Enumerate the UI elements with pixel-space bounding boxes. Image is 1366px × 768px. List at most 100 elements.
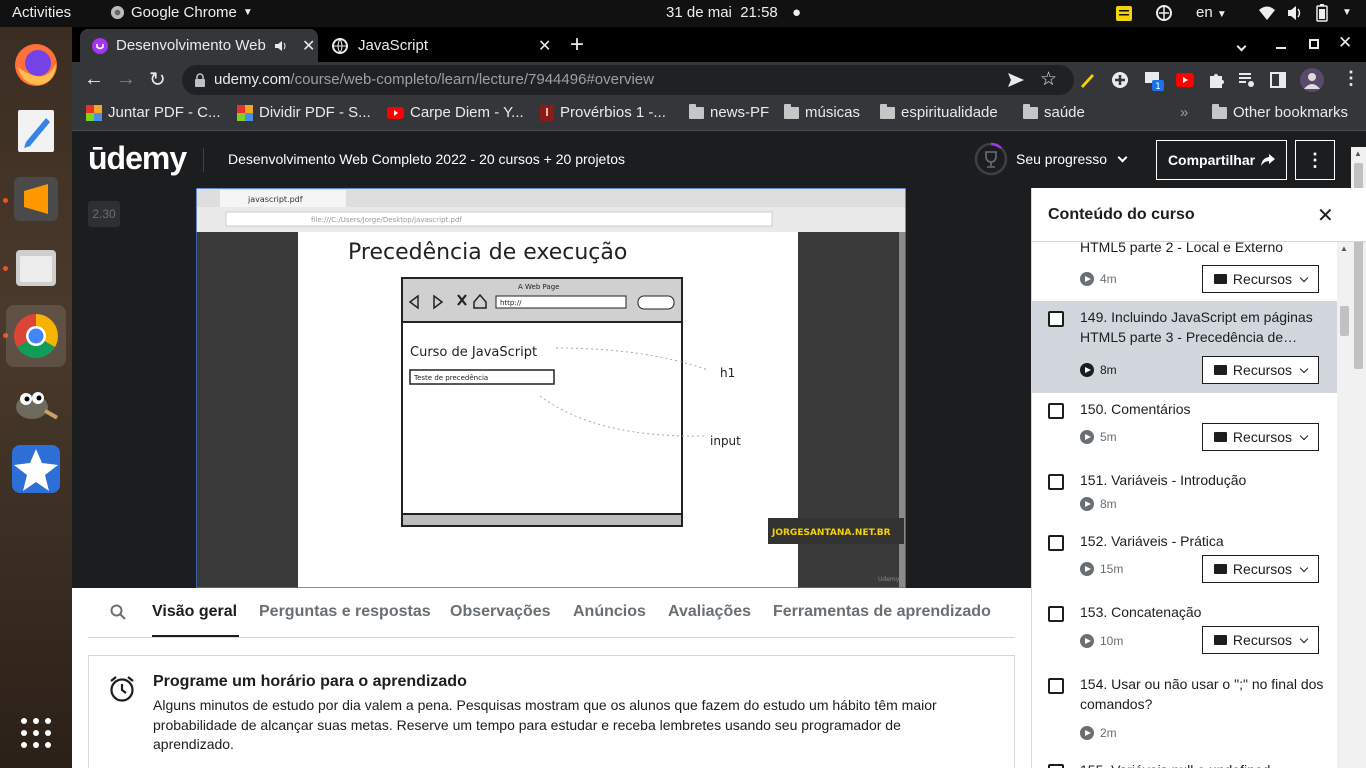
scroll-up-arrow-icon[interactable]: ▲ <box>1340 244 1348 253</box>
lecture-item[interactable]: 154. Usar ou não usar o ";" no final dos… <box>1032 668 1337 748</box>
close-tab-icon[interactable]: ✕ <box>302 36 315 56</box>
language-indicator[interactable]: en ▼ <box>1196 4 1227 21</box>
close-tab-icon[interactable]: ✕ <box>538 36 551 56</box>
bookmark-folder[interactable]: músicas <box>784 103 860 121</box>
audio-playing-icon[interactable] <box>274 39 288 53</box>
extension-badge-icon[interactable]: 1 <box>1143 69 1165 91</box>
gimp-launcher[interactable] <box>8 377 64 433</box>
bookmark-folder[interactable]: espiritualidade <box>880 103 998 121</box>
tab-search-chevron-icon[interactable] <box>1236 37 1247 55</box>
text-editor-launcher[interactable] <box>8 103 64 159</box>
more-bookmarks-chevron-icon[interactable]: » <box>1180 104 1188 121</box>
lecture-item[interactable]: 152. Variáveis - Prática 15m Recursos <box>1032 525 1337 597</box>
video-player[interactable]: 2.30 javascript.pdf file:///C:/Users/Jor… <box>72 188 1031 588</box>
profile-avatar-icon[interactable] <box>1300 68 1324 92</box>
close-window-icon[interactable]: ✕ <box>1338 33 1352 53</box>
bookmark-item[interactable]: Dividir PDF - S... <box>237 104 371 121</box>
course-title[interactable]: Desenvolvimento Web Completo 2022 - 20 c… <box>228 151 625 167</box>
vpn-globe-icon[interactable] <box>1156 5 1172 25</box>
volume-icon[interactable] <box>1286 5 1304 25</box>
bookmark-item[interactable]: Provérbios 1 -... <box>540 104 666 121</box>
system-menu-caret-icon[interactable]: ▼ <box>1342 7 1352 18</box>
bookmark-folder[interactable]: saúde <box>1023 103 1085 121</box>
lecture-item[interactable]: 153. Concatenação 10m Recursos <box>1032 596 1337 668</box>
close-sidebar-icon[interactable]: ✕ <box>1317 203 1334 228</box>
new-tab-icon[interactable]: + <box>570 31 584 59</box>
address-bar[interactable]: udemy.com/course/web-completo/learn/lect… <box>182 65 1074 95</box>
completion-checkbox[interactable] <box>1048 606 1064 622</box>
lecture-item[interactable]: 155. Variáveis null e undefined <box>1032 748 1337 768</box>
lecture-item[interactable]: 151. Variáveis - Introdução 8m <box>1032 464 1337 524</box>
chrome-menu-icon[interactable]: ⋮ <box>1342 68 1360 89</box>
resources-dropdown[interactable]: Recursos <box>1202 626 1319 654</box>
scrollbar-thumb[interactable] <box>1340 306 1349 336</box>
lecture-item-active[interactable]: 149. Incluindo JavaScript em páginas HTM… <box>1032 301 1337 393</box>
progress-dropdown[interactable]: Seu progresso <box>974 142 1128 176</box>
bookmark-item[interactable]: Juntar PDF - C... <box>86 104 221 121</box>
completion-checkbox[interactable] <box>1048 764 1064 768</box>
time: 21:58 <box>740 4 778 21</box>
show-applications-button[interactable] <box>8 705 64 761</box>
lecture-item[interactable]: HTML5 parte 2 - Local e Externo 4m Recur… <box>1032 239 1337 300</box>
udemy-logo[interactable]: ūdemy <box>88 140 187 177</box>
highlighter-extension-icon[interactable] <box>1078 71 1096 89</box>
chrome-small-icon <box>110 5 125 20</box>
tab-notes[interactable]: Observações <box>450 603 551 621</box>
lecture-title: 153. Concatenação <box>1080 604 1202 620</box>
extensions-puzzle-icon[interactable] <box>1208 72 1224 88</box>
notification-dot-icon: ● <box>791 4 801 21</box>
completion-checkbox[interactable] <box>1048 311 1064 327</box>
tab-overview[interactable]: Visão geral <box>152 603 237 621</box>
tab-reviews[interactable]: Avaliações <box>668 603 751 621</box>
completion-checkbox[interactable] <box>1048 403 1064 419</box>
bookmark-folder[interactable]: news-PF <box>689 103 769 121</box>
tab-questions[interactable]: Perguntas e respostas <box>259 603 431 621</box>
bookmark-item[interactable]: Carpe Diem - Y... <box>387 104 524 121</box>
app-menu[interactable]: Google Chrome ▼ <box>110 4 253 21</box>
duration-text: 4m <box>1100 272 1117 286</box>
tab-announcements[interactable]: Anúncios <box>573 603 646 621</box>
sidebar-scrollbar[interactable]: ▲ <box>1337 242 1352 768</box>
maximize-icon[interactable] <box>1309 39 1319 49</box>
other-bookmarks-folder[interactable]: Other bookmarks <box>1212 103 1348 121</box>
files-launcher[interactable] <box>8 239 64 295</box>
forward-icon[interactable]: → <box>116 68 136 91</box>
battery-icon[interactable] <box>1316 4 1328 26</box>
reload-icon[interactable]: ↻ <box>149 67 166 92</box>
firefox-launcher[interactable] <box>8 37 64 93</box>
resources-dropdown[interactable]: Recursos <box>1202 356 1319 384</box>
completion-checkbox[interactable] <box>1048 474 1064 490</box>
lecture-item[interactable]: 150. Comentários 5m Recursos <box>1032 393 1337 465</box>
side-panel-icon[interactable] <box>1270 72 1286 88</box>
completion-checkbox[interactable] <box>1048 678 1064 694</box>
share-button[interactable]: Compartilhar <box>1156 140 1287 180</box>
scroll-up-arrow-icon[interactable]: ▲ <box>1354 149 1362 158</box>
back-icon[interactable]: ← <box>84 68 104 91</box>
more-options-button[interactable]: ⋮ <box>1295 140 1335 180</box>
send-to-devices-icon[interactable] <box>1008 73 1024 87</box>
completion-checkbox[interactable] <box>1048 535 1064 551</box>
media-queue-icon[interactable] <box>1239 73 1255 87</box>
resources-dropdown[interactable]: Recursos <box>1202 555 1319 583</box>
resources-dropdown[interactable]: Recursos <box>1202 265 1319 293</box>
tab-desenvolvimento-web[interactable]: Desenvolvimento Web ✕ <box>80 29 318 62</box>
add-extension-icon[interactable] <box>1111 71 1129 89</box>
chrome-launcher[interactable] <box>6 305 66 367</box>
youtube-extension-icon[interactable] <box>1176 73 1194 87</box>
notes-indicator-icon[interactable] <box>1116 6 1132 25</box>
sublime-text-launcher[interactable] <box>8 171 64 227</box>
app-launcher-star[interactable] <box>8 441 64 497</box>
caret-down-icon: ▼ <box>242 7 253 18</box>
activities-button[interactable]: Activities <box>12 4 71 21</box>
bookmark-star-icon[interactable]: ☆ <box>1040 68 1057 91</box>
minimize-icon[interactable] <box>1276 47 1286 49</box>
chevron-down-icon <box>1117 152 1128 162</box>
wifi-icon[interactable] <box>1258 5 1276 25</box>
chevron-down-icon <box>1299 563 1309 572</box>
resources-dropdown[interactable]: Recursos <box>1202 423 1319 451</box>
clock[interactable]: 31 de mai 21:58 ● <box>666 4 801 21</box>
tab-learning-tools[interactable]: Ferramentas de aprendizado <box>773 603 991 621</box>
search-icon[interactable] <box>110 604 126 620</box>
tab-javascript[interactable]: JavaScript ✕ <box>320 29 560 62</box>
url-domain: udemy.com <box>214 71 291 88</box>
